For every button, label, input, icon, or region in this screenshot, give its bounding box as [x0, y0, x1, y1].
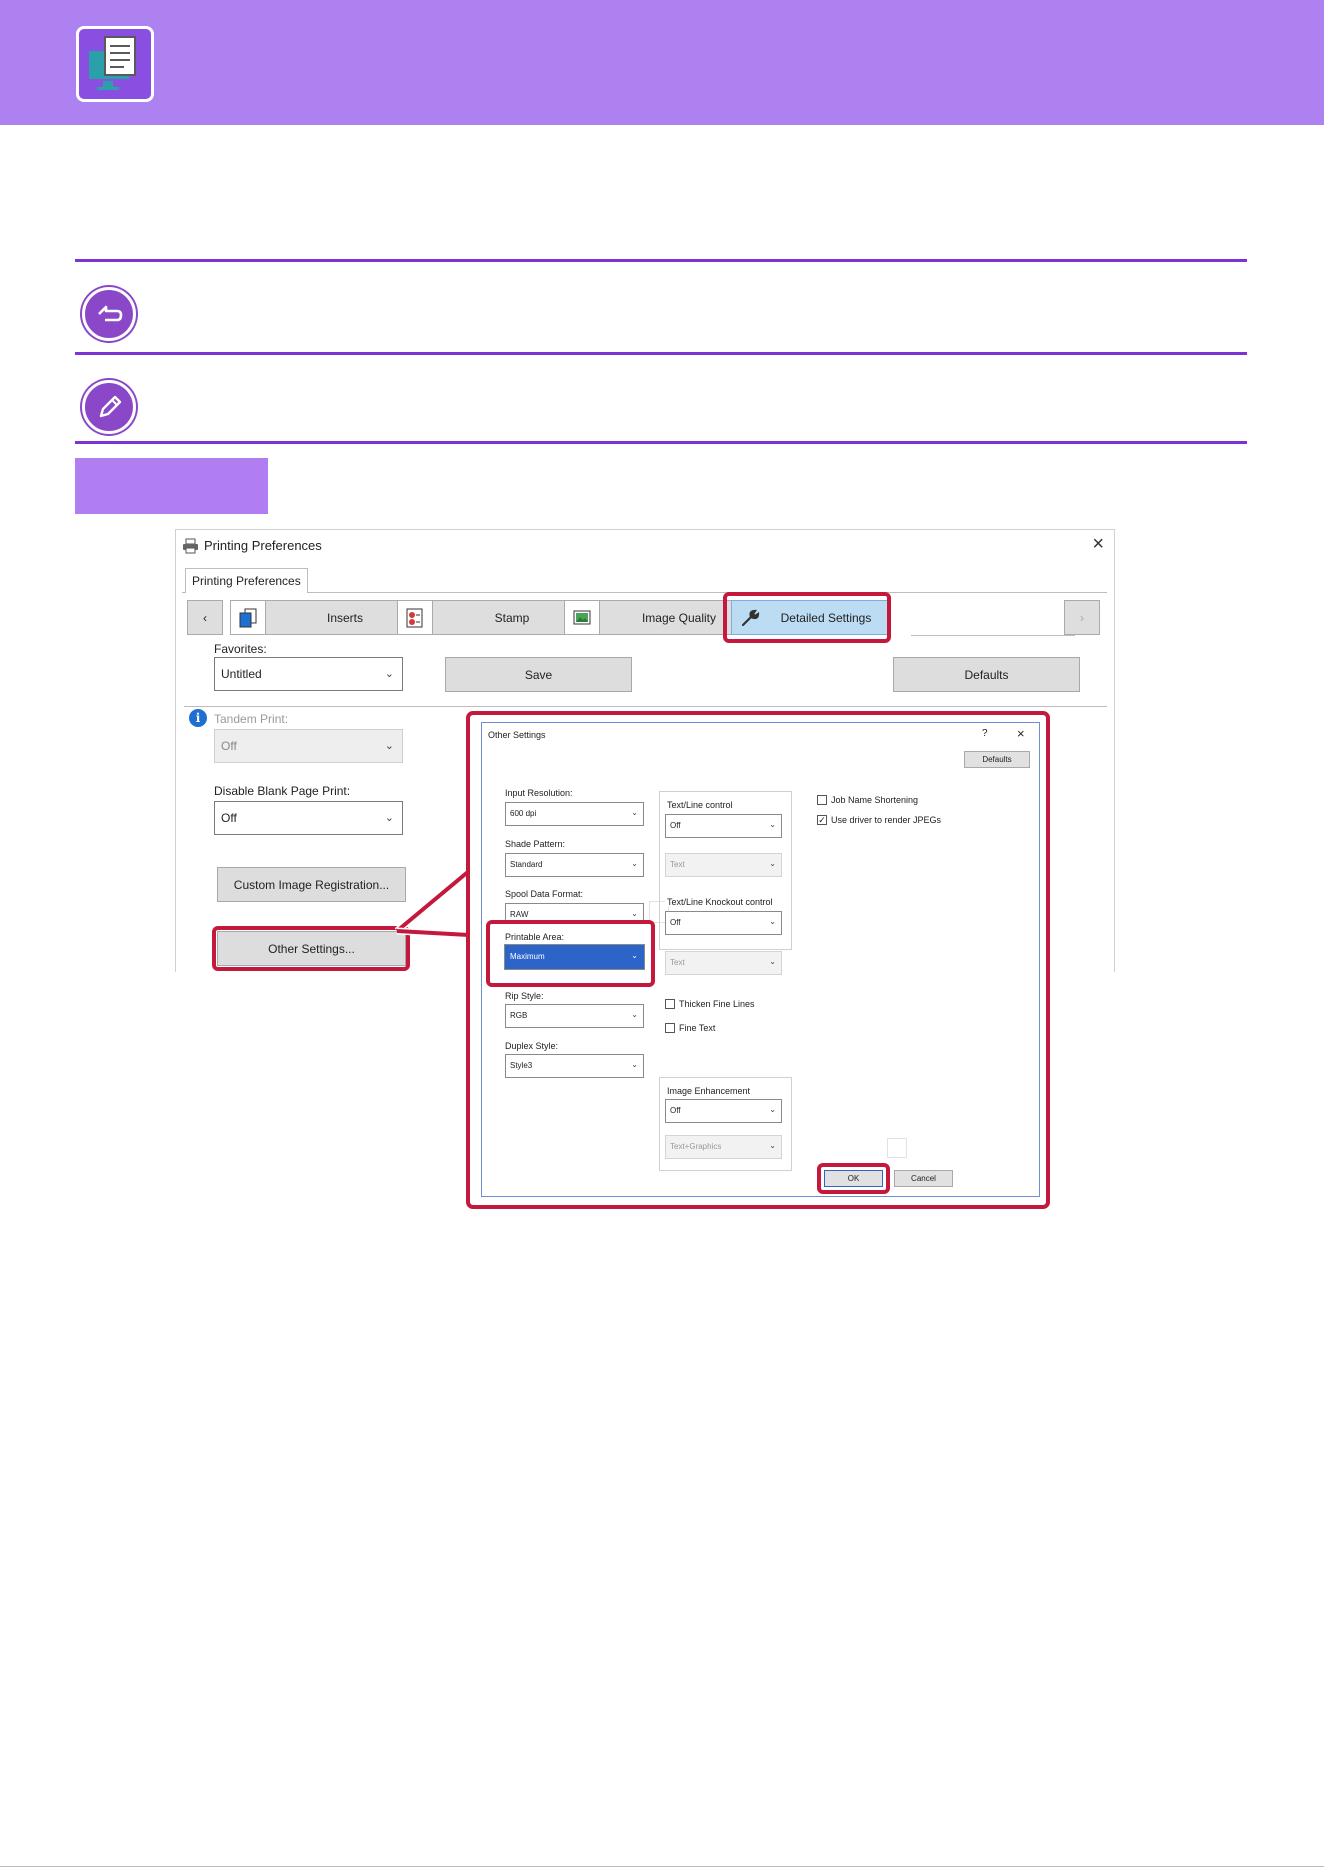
- image-enhancement-label: Image Enhancement: [665, 1086, 753, 1096]
- chevron-down-icon: ⌄: [769, 859, 776, 868]
- knockout-control-value: Off: [670, 918, 681, 927]
- fine-text-checkbox[interactable]: [665, 1023, 675, 1033]
- shade-pattern-label: Shade Pattern:: [505, 839, 566, 849]
- shade-pattern-value: Standard: [510, 860, 543, 869]
- chevron-down-icon: ⌄: [631, 1060, 638, 1069]
- dialog-title: Other Settings: [488, 730, 546, 740]
- rip-style-select[interactable]: RGB ⌄: [505, 1004, 644, 1028]
- duplex-style-value: Style3: [510, 1061, 533, 1070]
- blank-patch: [887, 1138, 907, 1158]
- chevron-down-icon: ⌄: [631, 951, 638, 960]
- input-resolution-label: Input Resolution:: [505, 788, 573, 798]
- chevron-down-icon: ⌄: [769, 917, 776, 926]
- text-line-control-value: Off: [670, 821, 681, 830]
- text-line-control-label: Text/Line control: [665, 800, 735, 810]
- text-line-target-select: Text ⌄: [665, 853, 782, 877]
- printable-area-select[interactable]: Maximum ⌄: [504, 944, 645, 970]
- image-enhancement-value: Off: [670, 1106, 681, 1115]
- chevron-down-icon: ⌄: [769, 1141, 776, 1150]
- chevron-down-icon: ⌄: [631, 1010, 638, 1019]
- job-name-shortening-label: Job Name Shortening: [831, 795, 919, 805]
- highlight-ok: [817, 1163, 890, 1194]
- input-resolution-value: 600 dpi: [510, 809, 537, 818]
- chevron-down-icon: ⌄: [769, 1105, 776, 1114]
- image-enhancement-select[interactable]: Off ⌄: [665, 1099, 782, 1123]
- dialog-defaults-button[interactable]: Defaults: [964, 751, 1030, 768]
- duplex-style-label: Duplex Style:: [505, 1041, 559, 1051]
- knockout-target-select: Text ⌄: [665, 951, 782, 975]
- chevron-down-icon: ⌄: [631, 859, 638, 868]
- fine-text-label: Fine Text: [679, 1023, 716, 1033]
- image-enhancement-target-value: Text+Graphics: [670, 1142, 722, 1151]
- knockout-control-select[interactable]: Off ⌄: [665, 911, 782, 935]
- chevron-down-icon: ⌄: [631, 808, 638, 817]
- rip-style-label: Rip Style:: [505, 991, 544, 1001]
- footer-line: [0, 1866, 1324, 1867]
- use-driver-jpeg-label: Use driver to render JPEGs: [831, 815, 942, 825]
- spool-data-format-label: Spool Data Format:: [505, 889, 584, 899]
- chevron-down-icon: ⌄: [769, 820, 776, 829]
- text-line-control-select[interactable]: Off ⌄: [665, 814, 782, 838]
- printable-area-label: Printable Area:: [505, 932, 565, 942]
- shade-pattern-select[interactable]: Standard ⌄: [505, 853, 644, 877]
- spool-data-format-value: RAW: [510, 910, 529, 919]
- chevron-down-icon: ⌄: [769, 957, 776, 966]
- cancel-button[interactable]: Cancel: [894, 1170, 953, 1187]
- input-resolution-select[interactable]: 600 dpi ⌄: [505, 802, 644, 826]
- text-line-target-value: Text: [670, 860, 685, 869]
- close-icon[interactable]: ×: [1017, 726, 1025, 741]
- other-settings-dialog: Other Settings ? × Defaults Input Resolu…: [481, 722, 1040, 1197]
- knockout-control-label: Text/Line Knockout control: [665, 897, 775, 907]
- use-driver-jpeg-checkbox[interactable]: ✓: [817, 815, 827, 825]
- chevron-down-icon: ⌄: [631, 909, 638, 918]
- knockout-target-value: Text: [670, 958, 685, 967]
- rip-style-value: RGB: [510, 1011, 528, 1020]
- help-icon[interactable]: ?: [982, 728, 988, 739]
- thicken-fine-lines-checkbox[interactable]: [665, 999, 675, 1009]
- image-enhancement-target-select: Text+Graphics ⌄: [665, 1135, 782, 1159]
- printable-area-value: Maximum: [510, 952, 545, 961]
- thicken-fine-lines-label: Thicken Fine Lines: [679, 999, 755, 1009]
- duplex-style-select[interactable]: Style3 ⌄: [505, 1054, 644, 1078]
- job-name-shortening-checkbox[interactable]: [817, 795, 827, 805]
